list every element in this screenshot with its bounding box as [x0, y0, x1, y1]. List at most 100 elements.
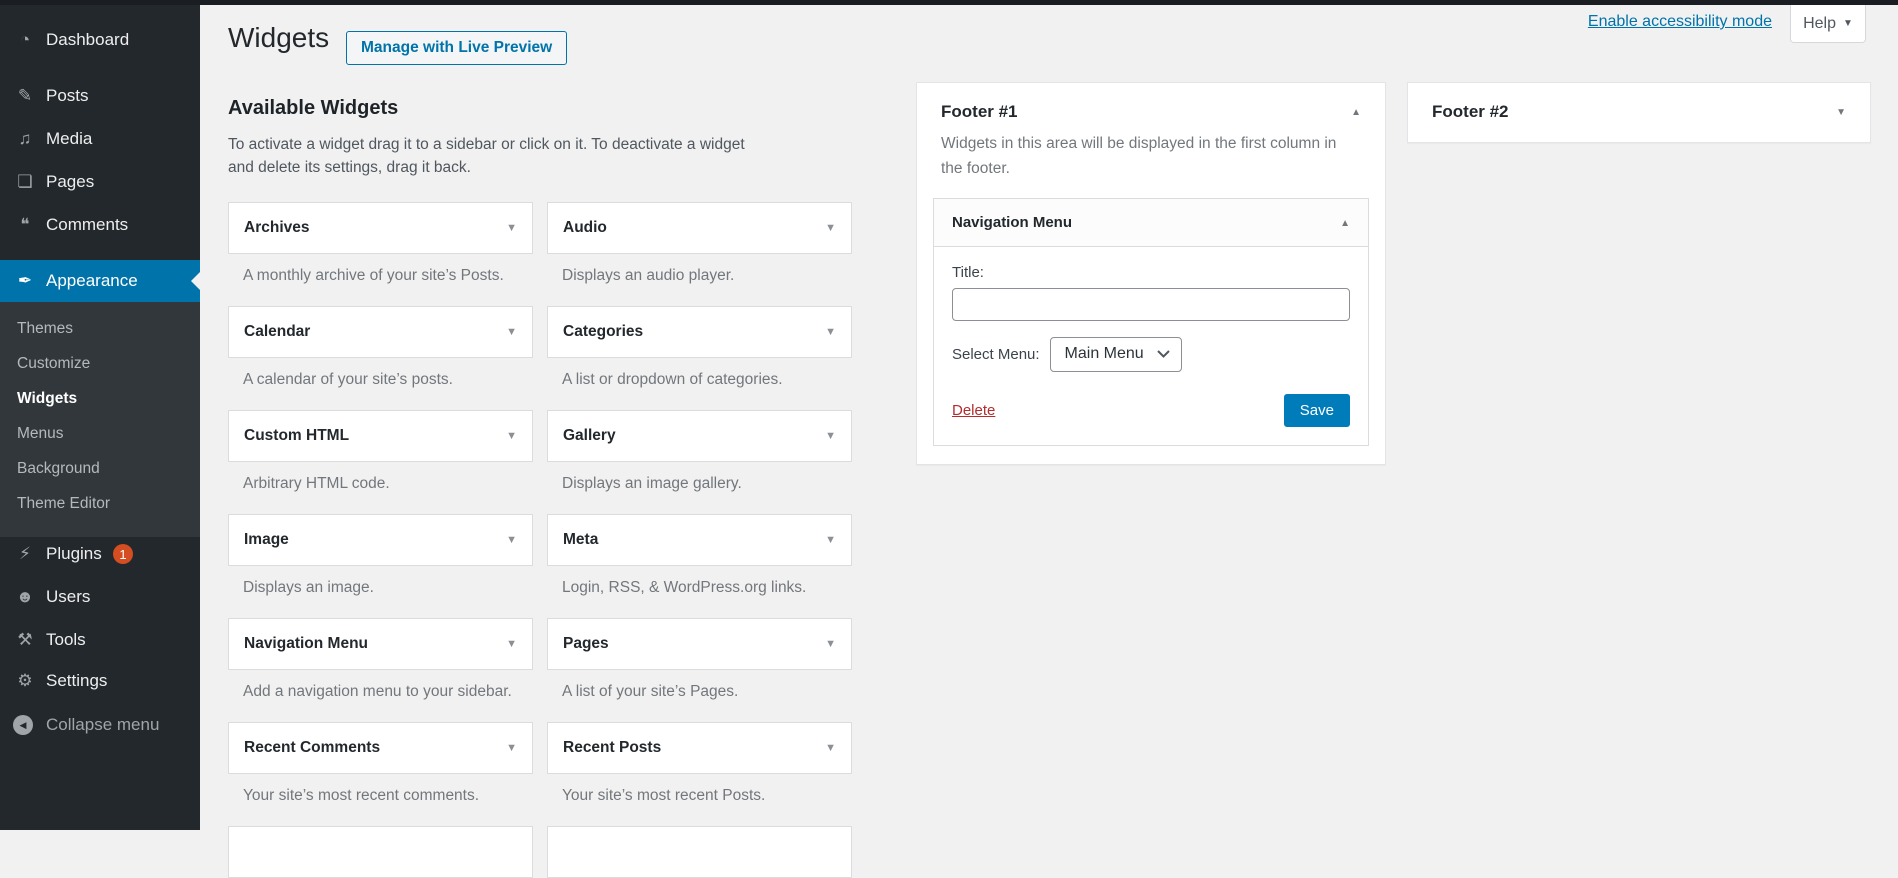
save-button[interactable]: Save: [1284, 394, 1350, 427]
sidebar-item-plugins[interactable]: ⚡ Plugins 1: [0, 533, 200, 575]
widget-card-categories[interactable]: Categories ▼: [547, 306, 852, 358]
admin-sidebar: ◔ Dashboard ✎ Posts ♫ Media ❏ Pages ❝ Co…: [0, 0, 200, 830]
sidebar-item-label: Tools: [46, 630, 86, 650]
widget-card-description: A list or dropdown of categories.: [547, 371, 852, 389]
menu-select-dropdown[interactable]: Main Menu: [1050, 337, 1182, 372]
chevron-down-icon[interactable]: ▼: [506, 638, 517, 650]
widget-card-title: Custom HTML: [244, 427, 349, 445]
submenu-item-menus[interactable]: Menus: [0, 416, 200, 451]
widget-card-title: Categories: [563, 323, 643, 341]
sidebar-item-settings[interactable]: ⚙ Settings: [0, 660, 200, 702]
collapse-panel-icon[interactable]: ▲: [1351, 107, 1361, 118]
sidebar-item-users[interactable]: ☻ Users: [0, 576, 200, 618]
submenu-item-theme-editor[interactable]: Theme Editor: [0, 486, 200, 521]
help-label: Help: [1803, 15, 1836, 33]
chevron-down-icon[interactable]: ▼: [506, 534, 517, 546]
chevron-down-icon: [1157, 350, 1170, 358]
widget-card-description: Your site’s most recent Posts.: [547, 787, 852, 805]
title-field-label: Title:: [952, 264, 1350, 281]
chevron-down-icon[interactable]: ▼: [825, 638, 836, 650]
footer-2-sidebar-panel: Footer #2 ▼: [1407, 82, 1871, 143]
enable-accessibility-mode-link[interactable]: Enable accessibility mode: [1588, 13, 1772, 31]
sidebar-item-label: Users: [46, 587, 90, 607]
widget-card-recent-comments[interactable]: Recent Comments ▼: [228, 722, 533, 774]
navigation-menu-widget-body: Title: Select Menu: Main Menu Delete Sav…: [934, 247, 1368, 445]
widget-card-title: Recent Comments: [244, 739, 380, 757]
chevron-down-icon: ▼: [1843, 18, 1853, 29]
chevron-down-icon[interactable]: ▼: [825, 326, 836, 338]
collapse-widget-icon[interactable]: ▲: [1340, 218, 1350, 229]
submenu-item-widgets[interactable]: Widgets: [0, 381, 200, 416]
chevron-down-icon[interactable]: ▼: [506, 222, 517, 234]
widget-card-calendar[interactable]: Calendar ▼: [228, 306, 533, 358]
help-dropdown-button[interactable]: Help ▼: [1790, 5, 1866, 43]
sidebar-item-tools[interactable]: ⚒ Tools: [0, 619, 200, 661]
widget-card-title: Meta: [563, 531, 598, 549]
footer-1-header[interactable]: Footer #1 ▲: [917, 83, 1385, 122]
sidebar-item-comments[interactable]: ❝ Comments: [0, 204, 200, 246]
footer-1-title: Footer #1: [941, 102, 1018, 121]
page-title: Widgets: [228, 22, 329, 54]
user-icon: ☻: [13, 587, 37, 607]
appearance-submenu: Themes Customize Widgets Menus Backgroun…: [0, 302, 200, 537]
widget-card-title: Navigation Menu: [244, 635, 368, 653]
sidebar-item-label: Appearance: [46, 271, 138, 291]
chevron-down-icon[interactable]: ▼: [825, 534, 836, 546]
sidebar-item-media[interactable]: ♫ Media: [0, 118, 200, 160]
plugin-icon: ⚡: [13, 544, 37, 564]
footer-2-header[interactable]: Footer #2 ▼: [1408, 83, 1870, 122]
collapse-menu-button[interactable]: ◀ Collapse menu: [0, 704, 200, 746]
chevron-down-icon[interactable]: ▼: [825, 430, 836, 442]
sidebar-item-label: Pages: [46, 172, 94, 192]
sidebar-item-label: Posts: [46, 86, 89, 106]
widget-card-navigation-menu[interactable]: Navigation Menu ▼: [228, 618, 533, 670]
collapse-menu-label: Collapse menu: [46, 715, 159, 735]
widget-card-description: A list of your site’s Pages.: [547, 683, 852, 701]
sidebar-item-posts[interactable]: ✎ Posts: [0, 75, 200, 117]
manage-live-preview-button[interactable]: Manage with Live Preview: [346, 31, 567, 65]
submenu-item-background[interactable]: Background: [0, 451, 200, 486]
widget-card-partial[interactable]: [228, 826, 533, 878]
widget-card-pages[interactable]: Pages ▼: [547, 618, 852, 670]
widget-card-gallery[interactable]: Gallery ▼: [547, 410, 852, 462]
widget-card-custom-html[interactable]: Custom HTML ▼: [228, 410, 533, 462]
widget-card-archives[interactable]: Archives ▼: [228, 202, 533, 254]
widget-card-audio[interactable]: Audio ▼: [547, 202, 852, 254]
navigation-menu-widget: Navigation Menu ▲ Title: Select Menu: Ma…: [933, 198, 1369, 446]
sidebar-item-pages[interactable]: ❏ Pages: [0, 161, 200, 203]
widget-card-description: Displays an image gallery.: [547, 475, 852, 493]
chevron-down-icon[interactable]: ▼: [506, 430, 517, 442]
widget-card-description: Add a navigation menu to your sidebar.: [228, 683, 533, 701]
widget-card-title: Audio: [563, 219, 607, 237]
widget-card-title: Pages: [563, 635, 609, 653]
comments-icon: ❝: [13, 215, 37, 235]
footer-2-title: Footer #2: [1432, 102, 1509, 121]
sidebar-item-appearance[interactable]: ✒ Appearance: [0, 260, 200, 302]
expand-panel-icon[interactable]: ▼: [1836, 107, 1846, 118]
dashboard-icon: ◔: [13, 30, 37, 50]
widget-card-title: Recent Posts: [563, 739, 661, 757]
sidebar-item-label: Dashboard: [46, 30, 129, 50]
footer-1-sidebar-panel: Footer #1 ▲ Widgets in this area will be…: [916, 82, 1386, 465]
widget-card-description: Displays an image.: [228, 579, 533, 597]
settings-icon: ⚙: [13, 671, 37, 691]
widget-card-meta[interactable]: Meta ▼: [547, 514, 852, 566]
widget-card-recent-posts[interactable]: Recent Posts ▼: [547, 722, 852, 774]
widget-title-input[interactable]: [952, 288, 1350, 321]
navigation-menu-widget-header[interactable]: Navigation Menu ▲: [934, 199, 1368, 247]
chevron-down-icon[interactable]: ▼: [506, 326, 517, 338]
pages-icon: ❏: [13, 172, 37, 192]
widget-card-description: A calendar of your site’s posts.: [228, 371, 533, 389]
admin-top-bar: [0, 0, 1898, 5]
sidebar-item-dashboard[interactable]: ◔ Dashboard: [0, 19, 200, 61]
submenu-item-themes[interactable]: Themes: [0, 311, 200, 346]
chevron-down-icon[interactable]: ▼: [825, 742, 836, 754]
available-widgets-heading: Available Widgets: [228, 97, 398, 120]
delete-widget-link[interactable]: Delete: [952, 402, 995, 419]
plugins-update-badge: 1: [113, 544, 133, 564]
chevron-down-icon[interactable]: ▼: [506, 742, 517, 754]
chevron-down-icon[interactable]: ▼: [825, 222, 836, 234]
widget-card-image[interactable]: Image ▼: [228, 514, 533, 566]
submenu-item-customize[interactable]: Customize: [0, 346, 200, 381]
widget-card-partial[interactable]: [547, 826, 852, 878]
